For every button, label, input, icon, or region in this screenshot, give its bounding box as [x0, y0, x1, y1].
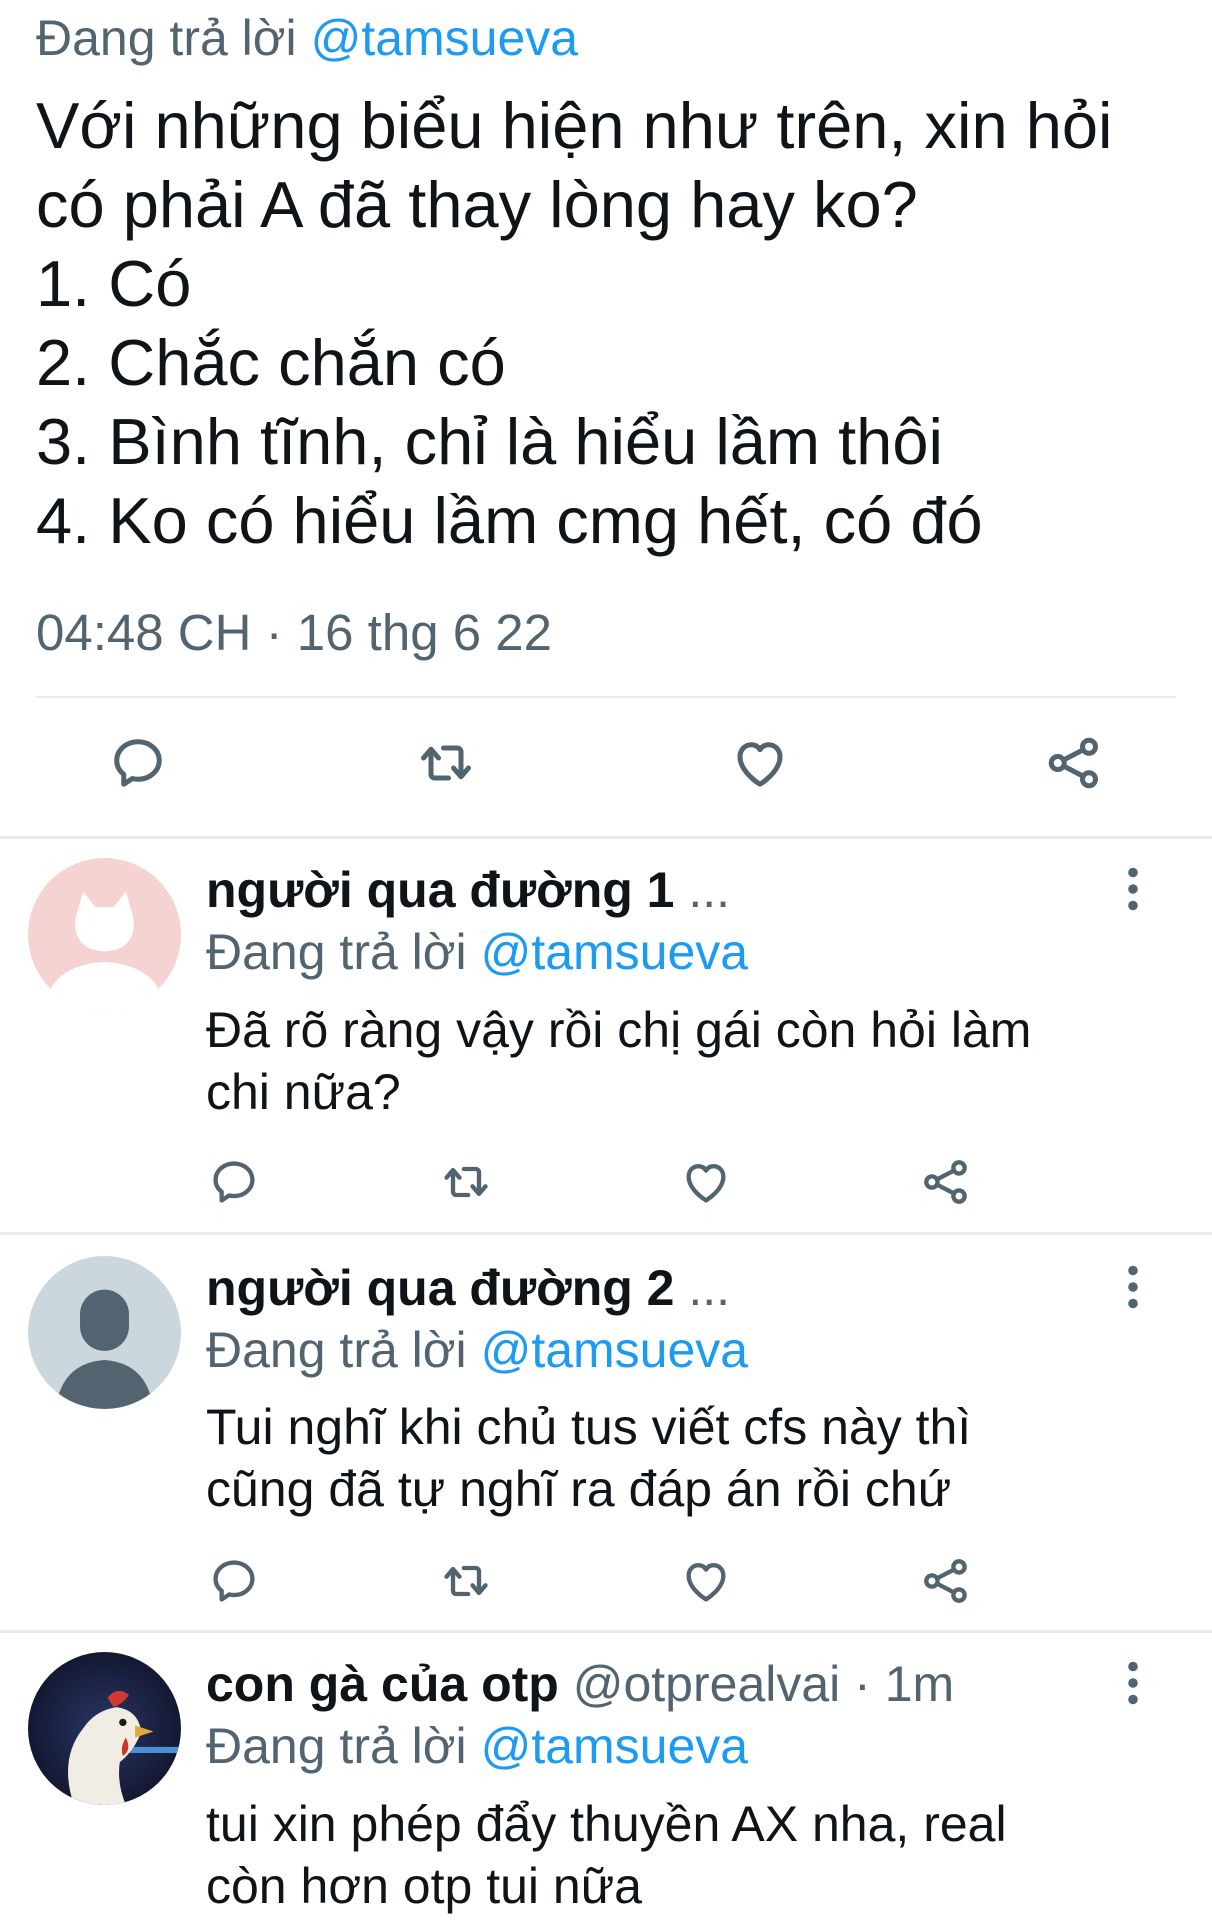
- reply-author-row[interactable]: người qua đường 2 ...: [206, 1259, 730, 1317]
- handle-and-time: @otprealvai · 1m: [572, 1656, 955, 1712]
- reply-line: cũng đã tự nghĩ ra đáp án rồi chứ: [206, 1461, 952, 1517]
- reply-prefix: Đang trả lời: [206, 1322, 467, 1378]
- retweet-icon: [440, 1156, 492, 1208]
- like-button[interactable]: [680, 1555, 732, 1607]
- reply-context: Đang trả lời @tamsueva: [206, 1717, 748, 1775]
- share-button[interactable]: [920, 1555, 972, 1607]
- display-name: con gà của otp: [206, 1656, 559, 1712]
- reply-text: Đã rõ ràng vậy rồi chị gái còn hỏi làm c…: [206, 999, 1106, 1123]
- reply-context: Đang trả lời @tamsueva: [206, 923, 748, 981]
- main-tweet-text: Với những biểu hiện như trên, xin hỏi có…: [36, 86, 1186, 560]
- retweet-button[interactable]: [440, 1156, 492, 1208]
- share-icon: [920, 1156, 972, 1208]
- reply-button[interactable]: [108, 733, 168, 793]
- reply-icon: [208, 1555, 260, 1607]
- tweet-line: 3. Bình tĩnh, chỉ là hiểu lầm thôi: [36, 405, 943, 478]
- more-options-button[interactable]: [1118, 865, 1148, 913]
- reply-line: tui xin phép đẩy thuyền AX nha, real: [206, 1796, 1007, 1852]
- tweet-line: có phải A đã thay lòng hay ko?: [36, 168, 918, 241]
- retweet-button[interactable]: [416, 733, 476, 793]
- reply-handle-link[interactable]: @tamsueva: [481, 1322, 749, 1378]
- name-ellipsis: ...: [688, 1260, 731, 1316]
- avatar[interactable]: [28, 1652, 181, 1805]
- reply-line: Đã rõ ràng vậy rồi chị gái còn hỏi làm: [206, 1002, 1032, 1058]
- share-button[interactable]: [1044, 733, 1104, 793]
- tweet-timestamp[interactable]: 04:48 CH · 16 thg 6 22: [36, 603, 552, 663]
- reply-button[interactable]: [208, 1156, 260, 1208]
- reply-icon: [108, 733, 168, 793]
- reply-icon: [208, 1156, 260, 1208]
- reply-handle-link[interactable]: @tamsueva: [481, 924, 749, 980]
- reply-line: Tui nghĩ khi chủ tus viết cfs này thì: [206, 1399, 972, 1455]
- reply-context: Đang trả lời @tamsueva: [206, 1321, 748, 1379]
- reply-prefix: Đang trả lời: [206, 1718, 467, 1774]
- retweet-icon: [440, 1555, 492, 1607]
- share-icon: [1044, 733, 1104, 793]
- more-vertical-icon: [1118, 1659, 1148, 1707]
- divider: [0, 1232, 1212, 1235]
- tweet-line: 2. Chắc chắn có: [36, 326, 506, 399]
- reply-handle-link[interactable]: @tamsueva: [311, 10, 579, 66]
- like-icon: [680, 1555, 732, 1607]
- reply-button[interactable]: [208, 1555, 260, 1607]
- tweet-line: Với những biểu hiện như trên, xin hỏi: [36, 89, 1113, 162]
- more-options-button[interactable]: [1118, 1263, 1148, 1311]
- reply-text: tui xin phép đẩy thuyền AX nha, real còn…: [206, 1793, 1106, 1917]
- display-name: người qua đường 2: [206, 1260, 675, 1316]
- more-vertical-icon: [1118, 1263, 1148, 1311]
- avatar[interactable]: [28, 1256, 181, 1409]
- like-icon: [730, 733, 790, 793]
- reply-author-row[interactable]: con gà của otp @otprealvai · 1m: [206, 1655, 954, 1713]
- cat-avatar-icon: [28, 858, 181, 1011]
- more-options-button[interactable]: [1118, 1659, 1148, 1707]
- divider: [36, 696, 1176, 698]
- default-person-avatar-icon: [28, 1256, 181, 1409]
- share-icon: [920, 1555, 972, 1607]
- reply-line: chi nữa?: [206, 1064, 401, 1120]
- more-vertical-icon: [1118, 865, 1148, 913]
- share-button[interactable]: [920, 1156, 972, 1208]
- reply-text: Tui nghĩ khi chủ tus viết cfs này thì cũ…: [206, 1396, 1106, 1520]
- tweet-line: 4. Ko có hiểu lầm cmg hết, có đó: [36, 484, 983, 557]
- main-reply-context: Đang trả lời @tamsueva: [36, 8, 578, 68]
- reply-handle-link[interactable]: @tamsueva: [481, 1718, 749, 1774]
- retweet-icon: [416, 733, 476, 793]
- display-name: người qua đường 1: [206, 862, 675, 918]
- retweet-button[interactable]: [440, 1555, 492, 1607]
- reply-line: còn hơn otp tui nữa: [206, 1858, 642, 1914]
- reply-author-row[interactable]: người qua đường 1 ...: [206, 861, 730, 919]
- avatar[interactable]: [28, 858, 181, 1011]
- divider: [0, 836, 1212, 839]
- chicken-photo-avatar-icon: [28, 1652, 181, 1805]
- tweet-line: 1. Có: [36, 247, 192, 320]
- like-button[interactable]: [730, 733, 790, 793]
- reply-prefix: Đang trả lời: [36, 10, 297, 66]
- name-ellipsis: ...: [688, 862, 731, 918]
- like-icon: [680, 1156, 732, 1208]
- divider: [0, 1630, 1212, 1633]
- reply-prefix: Đang trả lời: [206, 924, 467, 980]
- like-button[interactable]: [680, 1156, 732, 1208]
